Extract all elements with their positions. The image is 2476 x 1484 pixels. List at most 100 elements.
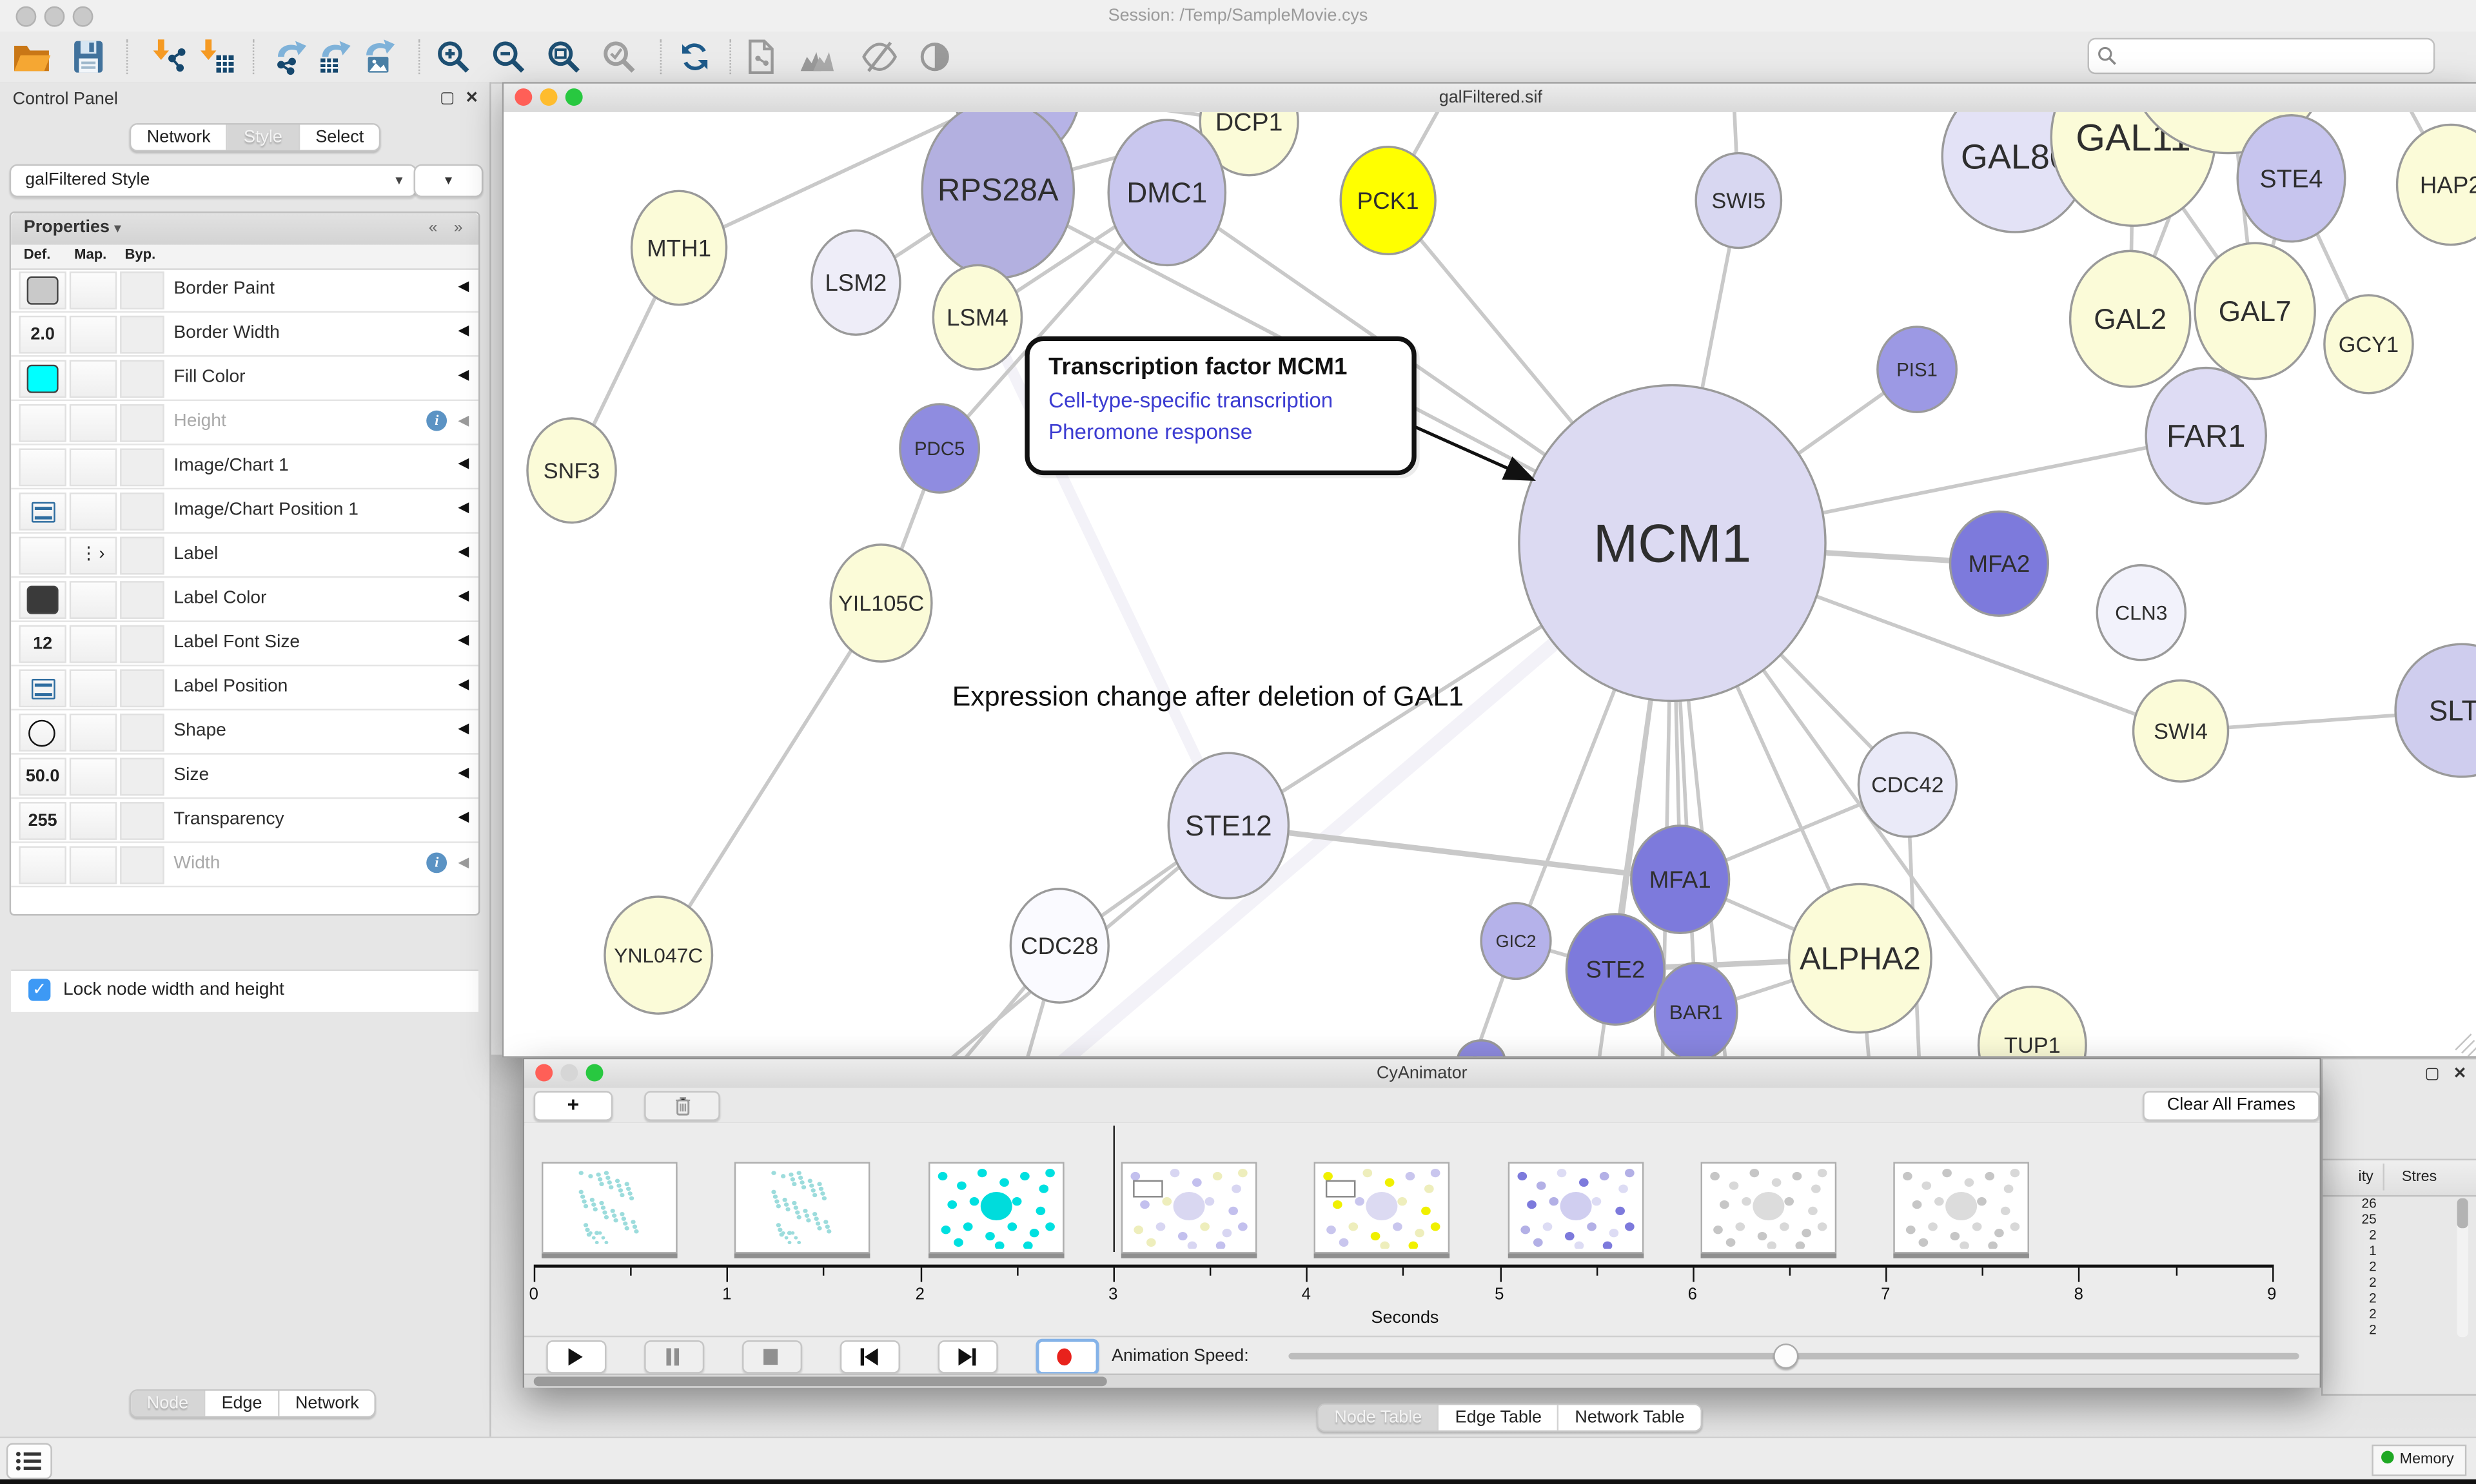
expand-row-icon[interactable]: ◀ (458, 412, 469, 429)
annotation-box[interactable]: Transcription factor MCM1 Cell-type-spec… (1025, 337, 1416, 476)
tab-node-style[interactable]: Node (131, 1391, 206, 1416)
expand-row-icon[interactable]: ◀ (458, 676, 469, 693)
timeline-playhead[interactable] (1113, 1126, 1114, 1252)
network-node-cut-bottom-purple[interactable] (1457, 1040, 1504, 1056)
slider-knob[interactable] (1773, 1343, 1798, 1369)
zoom-in-icon[interactable] (434, 38, 472, 76)
column-stress[interactable]: Stres (2402, 1168, 2437, 1186)
animation-speed-slider[interactable] (1288, 1353, 2299, 1360)
tab-style[interactable]: Style (228, 124, 299, 150)
play-button[interactable] (546, 1340, 606, 1373)
refresh-view-icon[interactable] (676, 38, 714, 76)
tab-node-table[interactable]: Node Table (1319, 1405, 1439, 1430)
zoom-fit-icon[interactable] (545, 38, 583, 76)
property-row-fill-color[interactable]: Fill Color◀ (11, 356, 478, 401)
tab-select[interactable]: Select (300, 124, 380, 150)
expand-row-icon[interactable]: ◀ (458, 366, 469, 384)
expand-row-icon[interactable]: ◀ (458, 808, 469, 826)
skip-end-button[interactable] (938, 1340, 998, 1373)
table-cell[interactable]: 2 (2323, 1322, 2376, 1337)
color-swatch[interactable] (27, 277, 59, 305)
network-window-titlebar[interactable]: galFiltered.sif (504, 84, 2476, 114)
cyanimator-titlebar[interactable]: CyAnimator (524, 1059, 2319, 1089)
task-history-button[interactable] (6, 1443, 52, 1479)
style-options-button[interactable]: ▾ (414, 164, 484, 197)
timeline[interactable]: 0123456789 Seconds (524, 1122, 2319, 1336)
color-swatch[interactable] (27, 365, 59, 393)
tab-edge-style[interactable]: Edge (206, 1391, 279, 1416)
style-selector[interactable]: galFiltered Style ▾ (10, 164, 417, 197)
expand-row-icon[interactable]: ◀ (458, 764, 469, 781)
expand-row-icon[interactable]: ◀ (458, 587, 469, 605)
search-input[interactable] (2124, 41, 2427, 72)
record-button[interactable] (1036, 1339, 1099, 1375)
property-row-height[interactable]: Heighti◀ (11, 401, 478, 445)
table-cell[interactable]: 2 (2323, 1258, 2376, 1274)
timeline-scrollbar[interactable] (524, 1374, 2319, 1388)
expand-row-icon[interactable]: ◀ (458, 632, 469, 649)
tab-network-style[interactable]: Network (279, 1391, 375, 1416)
expand-row-icon[interactable]: ◀ (458, 854, 469, 872)
export-image-icon[interactable] (360, 38, 398, 76)
animation-frame-2[interactable] (928, 1162, 1064, 1253)
expand-row-icon[interactable]: ◀ (458, 454, 469, 472)
property-row-image-chart-1[interactable]: Image/Chart 1◀ (11, 445, 478, 490)
expand-row-icon[interactable]: ◀ (458, 499, 469, 516)
table-cell[interactable]: 2 (2323, 1305, 2376, 1321)
property-row-label-color[interactable]: Label Color◀ (11, 578, 478, 622)
import-network-icon[interactable] (150, 38, 188, 76)
animation-frame-4[interactable] (1314, 1162, 1450, 1253)
animation-frame-0[interactable] (542, 1162, 678, 1253)
clear-all-frames-button[interactable]: Clear All Frames (2143, 1091, 2319, 1121)
table-cell[interactable]: 2 (2323, 1227, 2376, 1242)
property-row-shape[interactable]: Shape◀ (11, 710, 478, 755)
tab-network[interactable]: Network (131, 124, 228, 150)
expand-row-icon[interactable]: ◀ (458, 278, 469, 295)
search-field[interactable] (2088, 38, 2435, 74)
property-row-border-width[interactable]: 2.0Border Width◀ (11, 313, 478, 357)
expand-row-icon[interactable]: ◀ (458, 543, 469, 560)
animation-frame-6[interactable] (1700, 1162, 1836, 1253)
memory-button[interactable]: Memory (2372, 1445, 2467, 1476)
zoom-out-icon[interactable] (489, 38, 527, 76)
property-row-label-font-size[interactable]: 12Label Font Size◀ (11, 622, 478, 667)
property-row-image-chart-position-1[interactable]: Image/Chart Position 1◀ (11, 489, 478, 534)
table-scrollbar[interactable] (2457, 1198, 2468, 1338)
close-panel-icon[interactable]: ✕ (465, 90, 478, 108)
table-cell[interactable]: 25 (2323, 1211, 2376, 1226)
tab-edge-table[interactable]: Edge Table (1439, 1405, 1559, 1430)
animation-frame-1[interactable] (735, 1162, 871, 1253)
property-row-border-paint[interactable]: Border Paint◀ (11, 268, 478, 313)
close-table-icon[interactable]: ✕ (2453, 1066, 2467, 1083)
network-canvas[interactable]: DCP1RPS28ADMC1PCK1SWI5GAL80GAL11STE4HAP2… (504, 112, 2476, 1056)
color-swatch[interactable] (27, 586, 59, 614)
expand-all-icon[interactable]: « (429, 219, 438, 237)
property-row-size[interactable]: 50.0Size◀ (11, 755, 478, 799)
float-table-icon[interactable]: ▢ (2425, 1066, 2440, 1083)
float-panel-icon[interactable]: ▢ (440, 90, 455, 108)
property-row-width[interactable]: Widthi◀ (11, 843, 478, 888)
table-cell[interactable]: 1 (2323, 1242, 2376, 1258)
collapse-all-icon[interactable]: » (454, 219, 463, 237)
import-table-icon[interactable] (197, 38, 235, 76)
animation-frame-5[interactable] (1508, 1162, 1644, 1253)
properties-header[interactable]: Properties ▾ « » (11, 213, 478, 246)
animation-frame-3[interactable] (1121, 1162, 1257, 1253)
add-frame-button[interactable]: + (534, 1091, 613, 1121)
column-ity[interactable]: ity (2359, 1168, 2373, 1186)
annotation-link-2[interactable]: Pheromone response (1048, 420, 1252, 444)
open-session-icon[interactable] (13, 38, 51, 76)
property-row-transparency[interactable]: 255Transparency◀ (11, 799, 478, 843)
mapping-icon[interactable]: ⋮› (70, 537, 117, 575)
property-row-label-position[interactable]: Label Position◀ (11, 666, 478, 710)
export-network-icon[interactable] (271, 38, 310, 76)
export-table-icon[interactable] (316, 38, 354, 76)
skip-start-button[interactable] (840, 1340, 900, 1373)
expand-row-icon[interactable]: ◀ (458, 322, 469, 340)
table-cell[interactable]: 26 (2323, 1195, 2376, 1211)
animation-frame-7[interactable] (1894, 1162, 2030, 1253)
annotation-link-1[interactable]: Cell-type-specific transcription (1048, 388, 1333, 412)
property-row-label[interactable]: ⋮›Label◀ (11, 534, 478, 578)
table-cell[interactable]: 2 (2323, 1274, 2376, 1289)
expand-row-icon[interactable]: ◀ (458, 720, 469, 737)
